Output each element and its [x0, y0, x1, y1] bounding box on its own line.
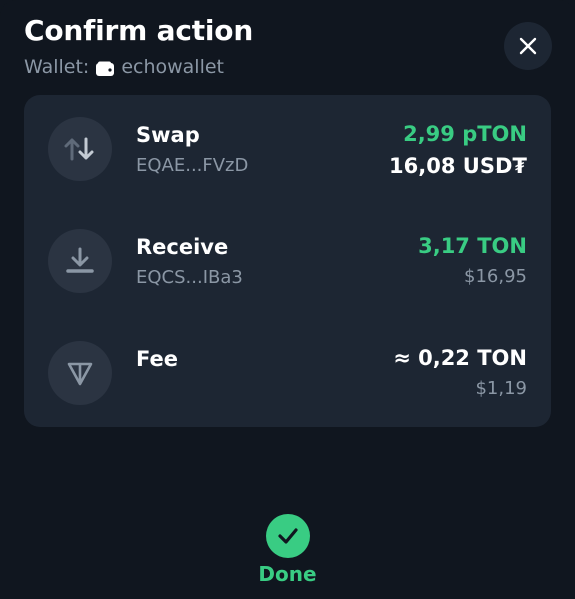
- action-label: Swap: [136, 123, 200, 147]
- action-sub-amount: $1,19: [475, 378, 527, 399]
- action-row-receive[interactable]: Receive EQCS...IBa3 3,17 TON $16,95: [24, 217, 551, 317]
- wallet-label: Wallet:: [24, 56, 90, 78]
- action-address: EQCS...IBa3: [136, 267, 243, 288]
- action-sub-amount: $16,95: [464, 266, 527, 287]
- action-label: Receive: [136, 235, 229, 259]
- done-label: Done: [258, 562, 317, 586]
- checkmark-icon: [265, 514, 310, 558]
- receive-arrow-icon: [48, 229, 112, 293]
- action-label: Fee: [136, 347, 178, 371]
- page-title: Confirm action: [24, 14, 254, 47]
- wallet-icon: [95, 60, 115, 76]
- action-row-swap[interactable]: Swap EQAE...FVzD 2,99 pTON 16,08 USD₮: [24, 105, 551, 205]
- action-amount: 3,17 TON: [418, 234, 527, 258]
- wallet-subtitle: Wallet: echowallet: [24, 56, 224, 78]
- action-sub-amount: 16,08 USD₮: [389, 154, 527, 178]
- confirm-action-sheet: Confirm action Wallet: echowallet Swap E…: [0, 0, 575, 599]
- close-button[interactable]: [504, 22, 552, 70]
- swap-arrows-icon: [48, 117, 112, 181]
- wallet-name: echowallet: [121, 56, 224, 78]
- action-amount: 2,99 pTON: [403, 122, 527, 146]
- action-address: EQAE...FVzD: [136, 155, 249, 176]
- close-icon: [519, 37, 537, 55]
- done-indicator[interactable]: Done: [0, 514, 575, 586]
- ton-logo-icon: [48, 341, 112, 405]
- actions-card: Swap EQAE...FVzD 2,99 pTON 16,08 USD₮ Re…: [24, 95, 551, 427]
- action-amount: ≈ 0,22 TON: [393, 346, 527, 370]
- action-row-fee: Fee ≈ 0,22 TON $1,19: [24, 329, 551, 429]
